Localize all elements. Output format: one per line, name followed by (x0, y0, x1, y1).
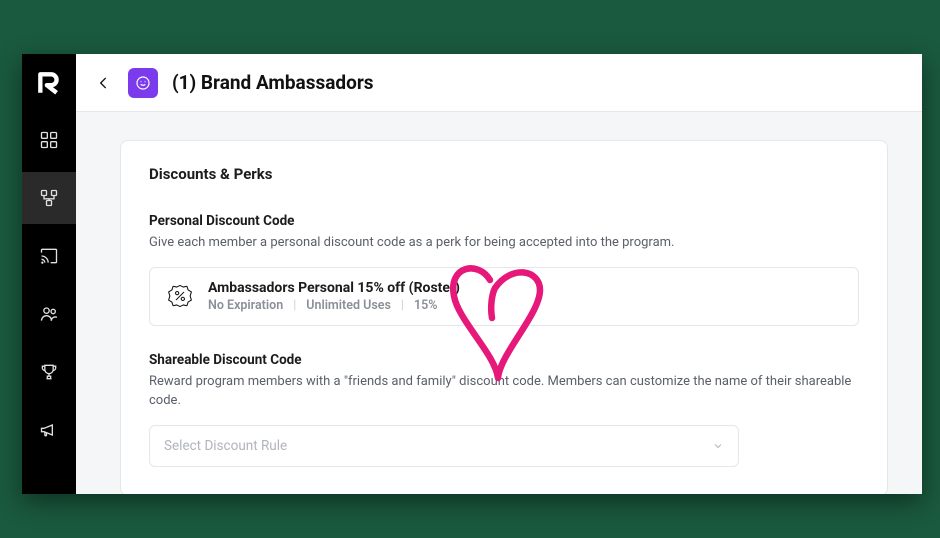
sidebar-item-people[interactable] (22, 288, 76, 340)
users-icon (39, 304, 59, 324)
back-button[interactable] (94, 73, 114, 93)
discount-uses: Unlimited Uses (306, 298, 391, 313)
discount-percent: 15% (414, 298, 438, 313)
separator: | (293, 298, 296, 313)
main-column: (1) Brand Ambassadors Discounts & Perks … (76, 54, 922, 494)
app-window: (1) Brand Ambassadors Discounts & Perks … (22, 54, 922, 494)
discount-rule-select[interactable]: Select Discount Rule (149, 425, 739, 467)
arrow-left-icon (96, 75, 112, 91)
sidebar-item-announce[interactable] (22, 404, 76, 456)
section-heading: Shareable Discount Code (149, 352, 859, 368)
sidebar-item-dashboard[interactable] (22, 114, 76, 166)
content-area: Discounts & Perks Personal Discount Code… (76, 112, 922, 494)
percent-badge-icon (166, 282, 194, 310)
discounts-card: Discounts & Perks Personal Discount Code… (120, 140, 888, 494)
discount-expiration: No Expiration (208, 298, 283, 313)
section-description: Give each member a personal discount cod… (149, 233, 859, 253)
separator: | (401, 298, 404, 313)
select-placeholder: Select Discount Rule (164, 438, 287, 454)
page-header: (1) Brand Ambassadors (76, 54, 922, 112)
discount-rule-row[interactable]: Ambassadors Personal 15% off (Roster) No… (149, 267, 859, 326)
sidebar-item-programs[interactable] (22, 172, 76, 224)
chevron-down-icon (712, 440, 724, 452)
grid-icon (39, 130, 59, 150)
sidebar-item-rewards[interactable] (22, 346, 76, 398)
discount-meta: No Expiration | Unlimited Uses | 15% (208, 298, 460, 313)
hierarchy-icon (39, 188, 59, 208)
sidebar (22, 54, 76, 494)
app-logo (34, 68, 64, 98)
card-title: Discounts & Perks (149, 165, 859, 183)
cast-icon (39, 246, 59, 266)
shareable-discount-section: Shareable Discount Code Reward program m… (149, 352, 859, 467)
page-title: (1) Brand Ambassadors (172, 71, 374, 94)
personal-discount-section: Personal Discount Code Give each member … (149, 213, 859, 326)
trophy-icon (39, 362, 59, 382)
program-icon (128, 68, 158, 98)
section-description: Reward program members with a "friends a… (149, 372, 859, 411)
megaphone-icon (39, 420, 59, 440)
discount-name: Ambassadors Personal 15% off (Roster) (208, 280, 460, 296)
smile-icon (135, 75, 151, 91)
discount-text-block: Ambassadors Personal 15% off (Roster) No… (208, 280, 460, 313)
sidebar-item-cast[interactable] (22, 230, 76, 282)
section-heading: Personal Discount Code (149, 213, 859, 229)
